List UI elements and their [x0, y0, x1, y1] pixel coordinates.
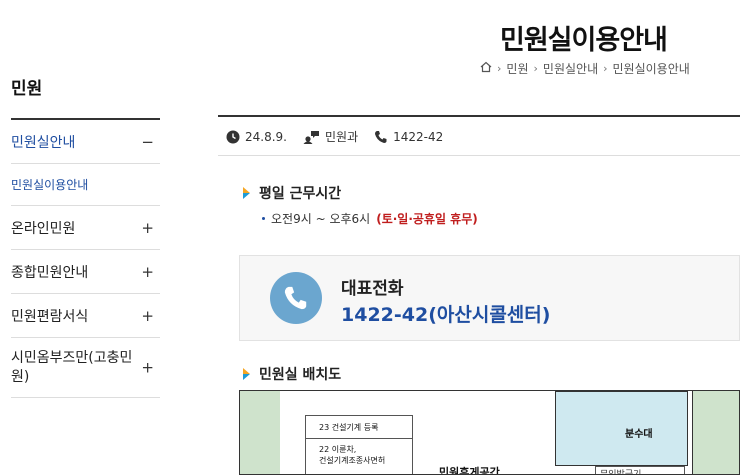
expand-icon[interactable]: + [141, 307, 154, 325]
expand-icon[interactable]: + [141, 263, 154, 281]
sidebar-subitem-label: 민원실이용안내 [11, 178, 89, 192]
sidebar-item-ombudsman[interactable]: 시민옴부즈만(고충민원) + [11, 338, 160, 398]
chat-user-icon [303, 130, 319, 144]
arrow-bullet-icon [243, 187, 250, 199]
sidebar-item-online[interactable]: 온라인민원 + [11, 206, 160, 250]
meta-date: 24.8.9. [226, 130, 287, 144]
hours-text: 오전9시 ~ 오후6시 [271, 212, 371, 226]
floor-map-fountain-label: 분수대 [625, 429, 653, 440]
expand-icon[interactable]: + [141, 219, 154, 237]
phone-box-number[interactable]: 1422-42(아산시콜센터) [341, 300, 550, 327]
sidebar-item-civil-office-guide[interactable]: 민원실안내 − [11, 120, 160, 164]
hours-info: 오전9시 ~ 오후6시 (토·일·공휴일 휴무) [262, 210, 478, 227]
sidebar: 민원실안내 − 민원실이용안내 온라인민원 + 종합민원안내 + 민원편람서식 … [11, 118, 160, 398]
phone-box-label: 대표전화 [341, 279, 404, 299]
floor-map-image: 23 건설기계 등록 22 이륜차, 건설기계조종사면허 민원휴게공간 분수대 … [239, 390, 740, 475]
meta-info: 24.8.9. 민원과 1422-42 [226, 128, 443, 145]
floor-map-counter-22-line1: 22 이륜차, [319, 445, 357, 454]
meta-phone: 1422-42 [374, 130, 443, 144]
phone-icon [375, 130, 387, 143]
chevron-right-icon: › [603, 62, 608, 75]
clock-icon [226, 130, 240, 143]
sidebar-item-label: 종합민원안내 [11, 264, 89, 281]
sidebar-item-label: 시민옴부즈만(고충민원) [11, 349, 133, 385]
bullet-dot-icon [262, 217, 265, 220]
floor-map-counter-22: 22 이륜차, 건설기계조종사면허 [305, 438, 413, 474]
main-content: 24.8.9. 민원과 1422-42 평일 근무시간 오전9시 ~ 오후6시 … [218, 115, 740, 475]
expand-icon[interactable]: + [141, 358, 154, 377]
breadcrumb-item[interactable]: 민원실이용안내 [613, 60, 690, 77]
floor-map-counter-23: 23 건설기계 등록 [305, 415, 413, 439]
section-heading-hours: 평일 근무시간 [242, 183, 341, 203]
phone-circle-icon [270, 272, 322, 324]
home-icon[interactable] [480, 61, 492, 76]
main-phone-box: 대표전화 1422-42(아산시콜센터) [239, 255, 740, 341]
collapse-icon[interactable]: − [141, 133, 154, 151]
sidebar-item-label: 민원편람서식 [11, 308, 89, 325]
sidebar-subitem-usage-guide[interactable]: 민원실이용안내 [11, 164, 160, 206]
sidebar-item-label: 온라인민원 [11, 220, 76, 237]
arrow-bullet-icon [243, 368, 250, 380]
floor-map-green-zone [240, 391, 280, 474]
floor-map-green-zone [692, 391, 739, 474]
meta-date-text: 24.8.9. [245, 129, 287, 144]
sidebar-item-forms[interactable]: 민원편람서식 + [11, 294, 160, 338]
section-heading-floormap: 민원실 배치도 [242, 364, 341, 384]
page-title: 민원실이용안내 [500, 25, 668, 56]
breadcrumb-item[interactable]: 민원 [506, 60, 528, 77]
meta-department-text: 민원과 [324, 130, 359, 144]
section-heading-text: 민원실 배치도 [259, 367, 342, 383]
chevron-right-icon: › [497, 62, 502, 75]
floor-map-rest-area: 민원휴게공간 [439, 466, 500, 475]
sidebar-item-label: 민원실안내 [11, 134, 76, 151]
meta-phone-text: 1422-42 [393, 129, 444, 144]
divider [218, 115, 740, 117]
sidebar-item-general[interactable]: 종합민원안내 + [11, 250, 160, 294]
floor-map-fountain-zone [555, 391, 688, 466]
section-heading-text: 평일 근무시간 [259, 186, 342, 202]
chevron-right-icon: › [533, 62, 538, 75]
sidebar-title: 민원 [11, 79, 43, 99]
floor-map-counter-22-line2: 건설기계조종사면허 [319, 456, 386, 465]
holiday-notice: (토·일·공휴일 휴무) [376, 212, 478, 226]
meta-department: 민원과 [303, 128, 358, 145]
breadcrumb: › 민원 › 민원실안내 › 민원실이용안내 [480, 60, 690, 77]
floor-map-kiosk: 무인발급기 [595, 466, 685, 474]
divider [218, 155, 740, 156]
breadcrumb-item[interactable]: 민원실안내 [543, 60, 598, 77]
